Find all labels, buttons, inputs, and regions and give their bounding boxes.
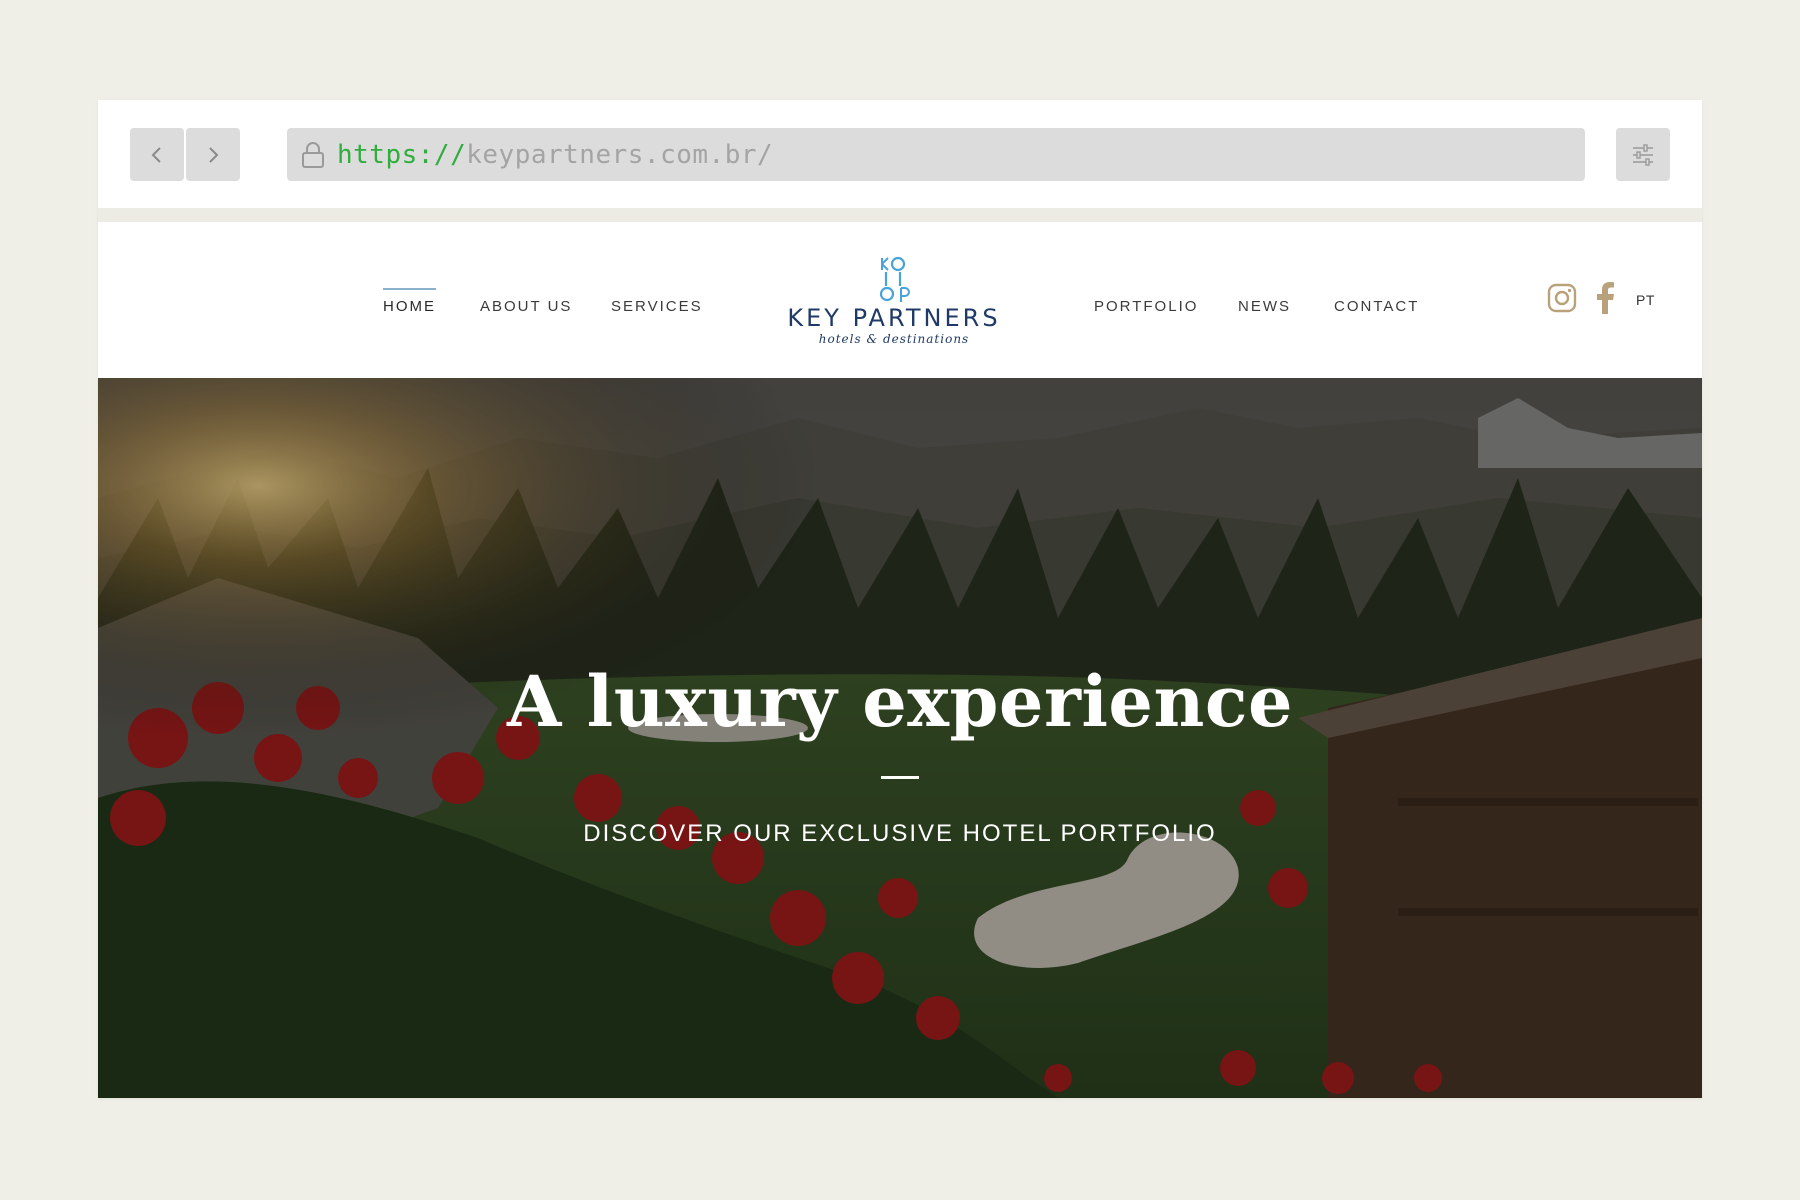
nav-contact[interactable]: CONTACT xyxy=(1334,298,1419,315)
browser-window: https://keypartners.com.br/ HOME ABOUT U… xyxy=(98,100,1702,1098)
browser-menu-button[interactable] xyxy=(1616,128,1670,181)
language-switch[interactable]: PT xyxy=(1636,292,1655,308)
nav-news[interactable]: NEWS xyxy=(1238,298,1291,315)
logo-keys-icon xyxy=(879,256,910,302)
instagram-link[interactable] xyxy=(1546,282,1578,314)
toolbar-divider xyxy=(98,208,1702,222)
url-host: keypartners.com.br/ xyxy=(466,139,774,170)
logo-tagline: hotels & destinations xyxy=(818,332,970,346)
nav-portfolio[interactable]: PORTFOLIO xyxy=(1094,298,1198,315)
nav-home[interactable]: HOME xyxy=(383,288,436,315)
facebook-icon xyxy=(1597,282,1614,314)
site-logo[interactable]: KEY PARTNERS hotels & destinations xyxy=(772,256,1016,352)
address-bar[interactable]: https://keypartners.com.br/ xyxy=(287,128,1585,181)
nav-services[interactable]: SERVICES xyxy=(611,298,703,315)
hero-title: A luxury experience xyxy=(506,660,1294,743)
nav-about-us[interactable]: ABOUT US xyxy=(480,298,572,315)
site-header: HOME ABOUT US SERVICES KEY PARTNERS hote… xyxy=(98,222,1702,378)
forward-button[interactable] xyxy=(186,128,240,181)
chevron-right-icon xyxy=(209,146,219,163)
hero-banner: A luxury experience DISCOVER OUR EXCLUSI… xyxy=(98,378,1702,1098)
back-button[interactable] xyxy=(130,128,184,181)
url-text: https://keypartners.com.br/ xyxy=(337,140,773,170)
chevron-left-icon xyxy=(151,146,161,163)
facebook-link[interactable] xyxy=(1594,282,1618,314)
instagram-icon xyxy=(1547,283,1577,313)
lock-icon xyxy=(301,140,327,170)
hero-divider xyxy=(881,776,919,779)
hero-subtitle: DISCOVER OUR EXCLUSIVE HOTEL PORTFOLIO xyxy=(583,820,1217,847)
sliders-icon xyxy=(1633,143,1653,166)
browser-toolbar: https://keypartners.com.br/ xyxy=(98,100,1702,208)
url-scheme: https:// xyxy=(337,139,467,170)
logo-name: KEY PARTNERS xyxy=(787,304,1001,332)
